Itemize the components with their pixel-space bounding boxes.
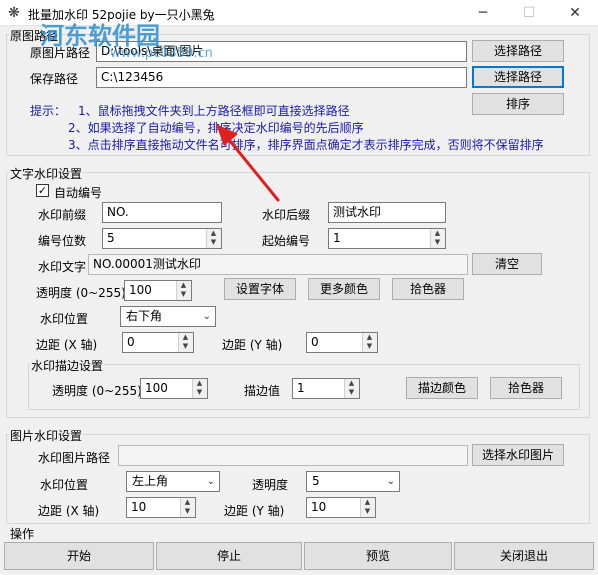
annotation-arrow-icon xyxy=(216,124,280,202)
